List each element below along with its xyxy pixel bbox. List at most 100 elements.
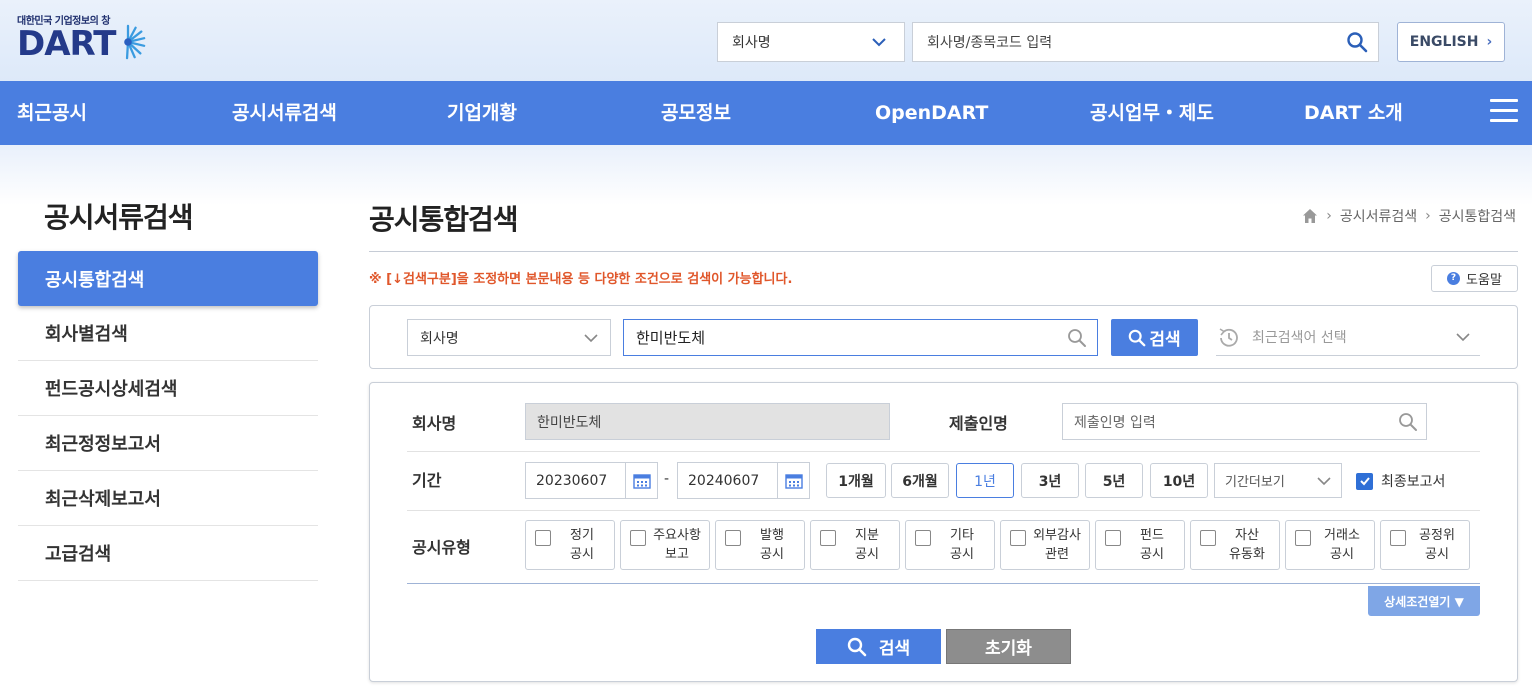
gnb-item-recent[interactable]: 최근공시 — [17, 81, 87, 145]
search-query-input[interactable]: 한미반도체 — [623, 319, 1098, 356]
type-checkbox-regular[interactable]: 정기 공시 — [525, 520, 615, 570]
gnb-item-company[interactable]: 기업개황 — [447, 81, 517, 145]
gnb-item-doc-search[interactable]: 공시서류검색 — [232, 81, 337, 145]
chevron-down-icon — [584, 334, 598, 343]
breadcrumb: › 공시서류검색 › 공시통합검색 — [1302, 206, 1516, 226]
menu-icon[interactable] — [1490, 99, 1518, 123]
period-label: 기간 — [412, 471, 442, 490]
more-conditions-button[interactable]: 상세조건열기 ▼ — [1368, 586, 1480, 616]
chevron-down-icon — [1456, 333, 1470, 342]
sidebar-item-by-company[interactable]: 회사별검색 — [18, 306, 318, 361]
breadcrumb-separator-icon: › — [1425, 208, 1431, 224]
type-label-line1: 발행 — [760, 528, 784, 543]
checkbox-icon — [725, 530, 741, 546]
period-5-year-button[interactable]: 5년 — [1085, 463, 1143, 498]
gnb-item-about[interactable]: DART 소개 — [1304, 81, 1403, 145]
row-divider — [407, 510, 1480, 511]
recent-search-select[interactable]: 최근검색어 선택 — [1216, 319, 1480, 356]
start-date-value: 20230607 — [536, 472, 608, 489]
breadcrumb-item[interactable]: 공시서류검색 — [1340, 206, 1417, 226]
sidebar-menu: 공시통합검색 회사별검색 펀드공시상세검색 최근정정보고서 최근삭제보고서 고급… — [18, 251, 318, 581]
logo-text: DART — [17, 24, 116, 64]
type-label-line2: 보고 — [665, 547, 689, 562]
period-1-year-button[interactable]: 1년 — [956, 463, 1014, 498]
type-label-line1: 거래소 — [1324, 528, 1360, 543]
sidebar-item-deleted[interactable]: 최근삭제보고서 — [18, 471, 318, 526]
checkbox-icon — [915, 530, 931, 546]
disclosure-type-label: 공시유형 — [412, 538, 471, 557]
search-icon[interactable] — [1346, 31, 1368, 53]
chevron-down-icon — [872, 38, 886, 47]
type-label-line2: 공시 — [1425, 547, 1449, 562]
row-divider — [407, 451, 1480, 452]
english-button[interactable]: ENGLISH › — [1397, 22, 1505, 62]
period-3-year-button[interactable]: 3년 — [1021, 463, 1079, 498]
sidebar-title: 공시서류검색 — [44, 201, 194, 234]
company-field: 한미반도체 — [525, 403, 890, 440]
header-search-placeholder: 회사명/종목코드 입력 — [927, 35, 1053, 51]
type-checkbox-equity[interactable]: 지분 공시 — [810, 520, 900, 570]
sidebar-item-integrated[interactable]: 공시통합검색 — [18, 251, 318, 306]
sidebar-item-fund[interactable]: 펀드공시상세검색 — [18, 361, 318, 416]
submitter-label: 제출인명 — [949, 414, 1008, 433]
detail-search-button[interactable]: 검색 — [816, 629, 941, 664]
help-label: 도움말 — [1466, 273, 1502, 288]
submitter-placeholder: 제출인명 입력 — [1074, 414, 1156, 431]
type-label-line1: 주요사항 — [653, 528, 701, 543]
search-query-value: 한미반도체 — [636, 329, 706, 347]
period-1-month-button[interactable]: 1개월 — [826, 463, 886, 498]
type-checkbox-audit[interactable]: 외부감사관련 — [1000, 520, 1090, 570]
type-label-line2: 공시 — [570, 547, 594, 562]
checkbox-icon — [1010, 530, 1026, 546]
sidebar-item-corrected[interactable]: 최근정정보고서 — [18, 416, 318, 471]
type-label-line1: 펀드 — [1140, 528, 1164, 543]
reset-button[interactable]: 초기화 — [946, 629, 1071, 664]
sidebar-item-advanced[interactable]: 고급검색 — [18, 526, 318, 581]
type-checkbox-exchange[interactable]: 거래소 공시 — [1285, 520, 1375, 570]
breadcrumb-item-current: 공시통합검색 — [1438, 209, 1516, 225]
type-label-line1: 기타 — [950, 528, 974, 543]
header-scope-select[interactable]: 회사명 — [717, 22, 905, 62]
dart-logo[interactable]: 대한민국 기업정보의 창 DART — [17, 12, 147, 61]
period-6-month-button[interactable]: 6개월 — [891, 463, 949, 498]
type-label-line2: 관련 — [1045, 547, 1069, 562]
calendar-icon[interactable] — [625, 463, 657, 498]
type-checkbox-abs[interactable]: 자산 유동화 — [1190, 520, 1280, 570]
home-icon[interactable] — [1302, 208, 1318, 224]
english-label: ENGLISH — [1409, 34, 1479, 50]
type-label-line2: 공시 — [950, 547, 974, 562]
page-title: 공시통합검색 — [369, 203, 519, 236]
period-10-year-button[interactable]: 10년 — [1150, 463, 1208, 498]
search-icon — [1068, 329, 1086, 347]
submitter-input[interactable]: 제출인명 입력 — [1062, 403, 1427, 440]
global-nav: 최근공시 공시서류검색 기업개황 공모정보 OpenDART 공시업무・제도 D… — [0, 81, 1532, 145]
type-checkbox-other[interactable]: 기타공시 — [905, 520, 995, 570]
recent-search-placeholder: 최근검색어 선택 — [1252, 330, 1347, 346]
help-icon: ? — [1447, 272, 1461, 285]
help-button[interactable]: ? 도움말 — [1431, 265, 1518, 292]
search-icon[interactable] — [1398, 412, 1418, 432]
sub-header-band — [0, 145, 1532, 205]
type-label-line1: 자산 — [1235, 528, 1259, 543]
calendar-icon[interactable] — [777, 463, 809, 498]
type-label-line1: 외부감사 — [1033, 528, 1081, 543]
search-category-select[interactable]: 회사명 — [407, 319, 611, 356]
start-date-input[interactable]: 20230607 — [525, 462, 658, 499]
gnb-item-system[interactable]: 공시업무・제도 — [1090, 81, 1214, 145]
final-report-checkbox[interactable]: 최종보고서 — [1356, 471, 1445, 491]
gnb-item-offering[interactable]: 공모정보 — [661, 81, 731, 145]
company-value: 한미반도체 — [537, 414, 602, 431]
search-category-value: 회사명 — [420, 330, 459, 347]
quick-search-label: 검색 — [1149, 330, 1181, 350]
type-checkbox-ftc[interactable]: 공정위 공시 — [1380, 520, 1470, 570]
company-label: 회사명 — [412, 414, 457, 433]
type-checkbox-fund[interactable]: 펀드 공시 — [1095, 520, 1185, 570]
date-separator: - — [664, 471, 670, 487]
header-search-input[interactable]: 회사명/종목코드 입력 — [912, 22, 1379, 62]
type-checkbox-issuance[interactable]: 발행 공시 — [715, 520, 805, 570]
gnb-item-opendart[interactable]: OpenDART — [875, 81, 988, 145]
quick-search-button[interactable]: 검색 — [1111, 319, 1198, 356]
type-checkbox-major[interactable]: 주요사항보고 — [620, 520, 710, 570]
period-more-select[interactable]: 기간더보기 — [1214, 463, 1342, 498]
end-date-input[interactable]: 20240607 — [677, 462, 810, 499]
